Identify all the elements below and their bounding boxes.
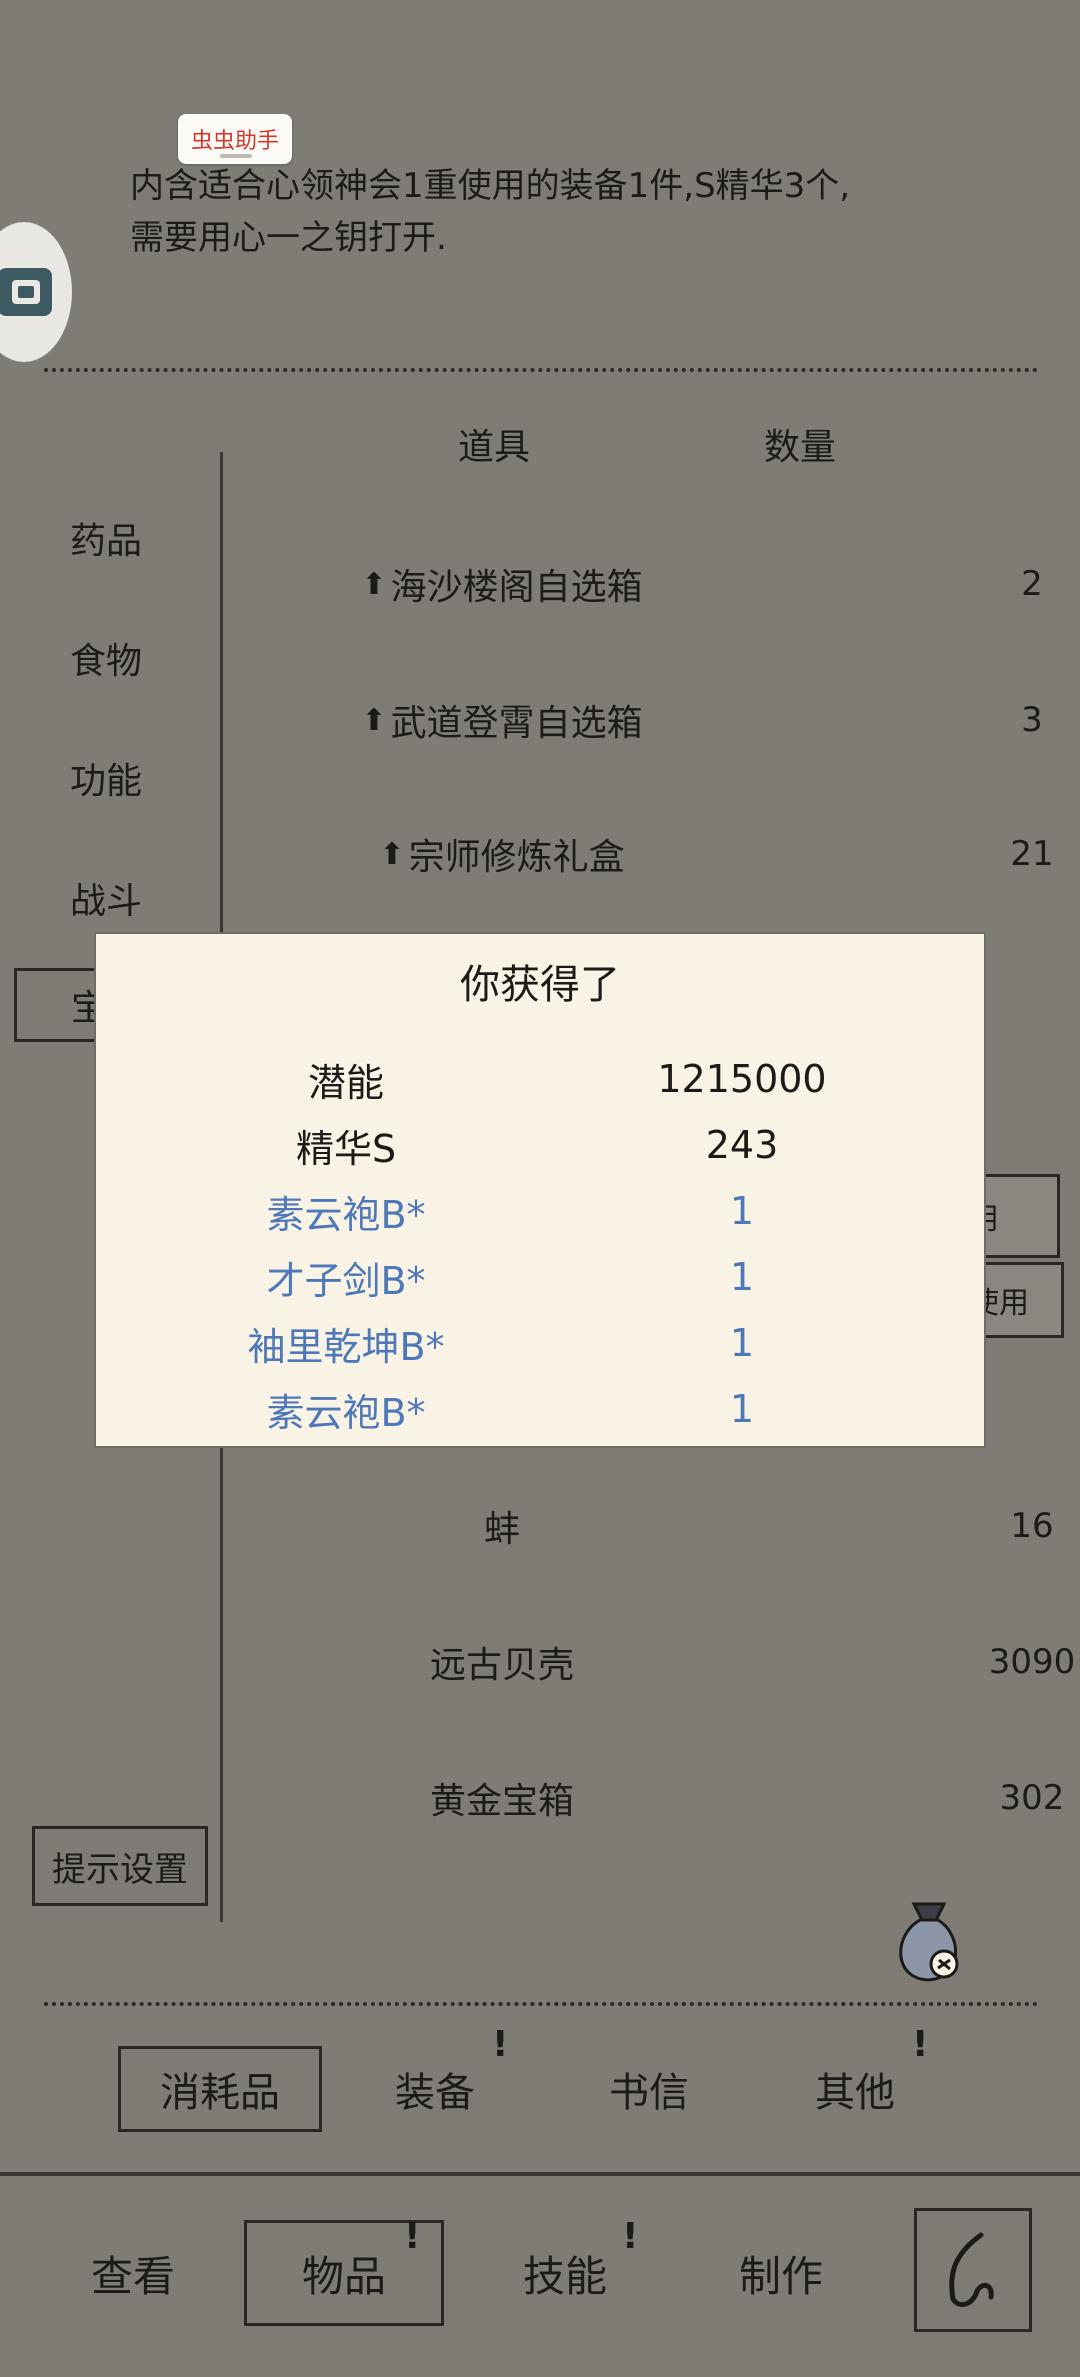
description-line-1: 内含适合心领神会1重使用的装备1件,S精华3个, — [130, 166, 851, 206]
item-name: ⬆ 武道登霄自选箱 — [222, 694, 782, 746]
column-header-quantity: 数量 — [764, 427, 837, 468]
reward-value: 1215000 — [657, 1057, 827, 1101]
nav-label: 技能 — [522, 2251, 607, 2301]
item-row[interactable]: ⬆ 海沙楼阁自选箱 2 — [222, 554, 1080, 614]
back-curve-icon — [949, 2232, 994, 2308]
nav-label: 查看 — [90, 2251, 175, 2301]
assistant-app-icon — [0, 268, 52, 316]
alert-badge: ! — [492, 2024, 509, 2065]
reward-value: 243 — [705, 1123, 779, 1167]
tab-letters[interactable]: 书信 — [574, 2046, 724, 2132]
reward-value: 1 — [729, 1189, 755, 1233]
tab-label: 书信 — [609, 2070, 689, 2116]
reward-name: 素云袍B* — [266, 1390, 426, 1435]
reward-value: 1 — [729, 1387, 755, 1431]
description-line-2: 需要用心一之钥打开. — [130, 218, 447, 258]
category-item[interactable]: 药品 — [70, 512, 190, 564]
back-button[interactable] — [914, 2208, 1032, 2332]
item-quantity: 3090 — [988, 1642, 1076, 1682]
item-name-label: 海沙楼阁自选箱 — [390, 567, 643, 608]
reward-value: 1 — [729, 1255, 755, 1299]
category-item[interactable]: 战斗 — [70, 872, 190, 924]
nav-label: 物品 — [301, 2251, 386, 2301]
nav-skills[interactable]: 技能 — [490, 2220, 640, 2326]
item-name-label: 黄金宝箱 — [429, 1781, 574, 1822]
reward-name: 精华S — [295, 1126, 397, 1171]
item-name: 远古贝壳 — [222, 1636, 782, 1688]
assistant-label[interactable]: 虫虫助手 — [178, 114, 292, 164]
item-name: 黄金宝箱 — [222, 1772, 782, 1824]
item-row[interactable]: ⬆ 宗师修炼礼盒 21 — [222, 824, 1080, 884]
tab-label: 消耗品 — [160, 2070, 280, 2116]
reward-name: 素云袍B* — [266, 1192, 426, 1237]
divider-bottom — [44, 2002, 1038, 2006]
reward-name: 潜能 — [307, 1060, 384, 1105]
bottom-nav-divider — [0, 2172, 1080, 2176]
reward-row-equipment: 素云袍B* 1 — [140, 1376, 940, 1442]
popup-title: 你获得了 — [460, 962, 620, 1008]
item-row[interactable]: 远古贝壳 3090 — [222, 1632, 1080, 1692]
tab-label: 装备 — [395, 2070, 475, 2116]
hint-settings-button[interactable]: 提示设置 — [32, 1826, 208, 1906]
category-item[interactable]: 功能 — [70, 752, 190, 804]
item-quantity: 3 — [1021, 700, 1043, 740]
alert-badge: ! — [622, 2216, 639, 2257]
tab-other[interactable]: 其他 — [780, 2046, 930, 2132]
item-quantity: 21 — [1010, 834, 1054, 874]
item-name: ⬆ 海沙楼阁自选箱 — [222, 558, 782, 610]
pin-up-icon: ⬆ — [361, 566, 387, 602]
item-name-label: 宗师修炼礼盒 — [408, 837, 625, 878]
reward-row: 精华S 243 — [140, 1112, 940, 1178]
item-name-label: 远古贝壳 — [429, 1645, 574, 1686]
reward-row-equipment: 素云袍B* 1 — [140, 1178, 940, 1244]
nav-view[interactable]: 查看 — [58, 2220, 208, 2326]
item-quantity: 2 — [1021, 564, 1043, 604]
nav-craft[interactable]: 制作 — [706, 2220, 856, 2326]
alert-badge: ! — [912, 2024, 929, 2065]
item-description: 内含适合心领神会1重使用的装备1件,S精华3个, 需要用心一之钥打开. — [130, 160, 1030, 264]
tab-equipment[interactable]: 装备 — [360, 2046, 510, 2132]
money-bag-link-icon[interactable] — [884, 1890, 974, 1990]
item-name: ⬆ 宗师修炼礼盒 — [222, 828, 782, 880]
item-name-label: 蚌 — [483, 1509, 520, 1550]
pin-up-icon: ⬆ — [361, 702, 387, 738]
reward-row-equipment: 才子剑B* 1 — [140, 1244, 940, 1310]
divider-top — [44, 368, 1038, 372]
pin-up-icon: ⬆ — [379, 836, 405, 872]
category-item[interactable]: 食物 — [70, 632, 190, 684]
reward-name: 袖里乾坤B* — [247, 1324, 445, 1369]
item-row[interactable]: 蚌 16 — [222, 1496, 1080, 1556]
item-row[interactable]: 黄金宝箱 302 — [222, 1768, 1080, 1828]
floating-assistant-avatar[interactable] — [0, 222, 72, 362]
tab-consumables[interactable]: 消耗品 — [118, 2046, 322, 2132]
reward-popup[interactable]: 你获得了 潜能 1215000 精华S 243 素云袍B* 1 才子剑B* 1 袖里乾坤B* 1 素… — [96, 934, 984, 1446]
nav-label: 制作 — [738, 2251, 823, 2301]
column-header-item: 道具 — [458, 427, 531, 468]
item-name: 蚌 — [222, 1500, 782, 1552]
reward-value: 1 — [729, 1321, 755, 1365]
alert-badge: ! — [404, 2216, 421, 2257]
item-row[interactable]: ⬆ 武道登霄自选箱 3 — [222, 690, 1080, 750]
reward-row-equipment: 袖里乾坤B* 1 — [140, 1310, 940, 1376]
reward-name: 才子剑B* — [266, 1258, 426, 1303]
item-quantity: 16 — [1010, 1506, 1054, 1546]
reward-list: 潜能 1215000 精华S 243 素云袍B* 1 才子剑B* 1 袖里乾坤B* 1 素云袍B* 1 — [140, 1046, 940, 1442]
item-name-label: 武道登霄自选箱 — [390, 703, 643, 744]
reward-row: 潜能 1215000 — [140, 1046, 940, 1112]
hint-settings-label: 提示设置 — [52, 1849, 188, 1890]
tab-label: 其他 — [815, 2070, 895, 2116]
item-quantity: 302 — [999, 1778, 1065, 1818]
